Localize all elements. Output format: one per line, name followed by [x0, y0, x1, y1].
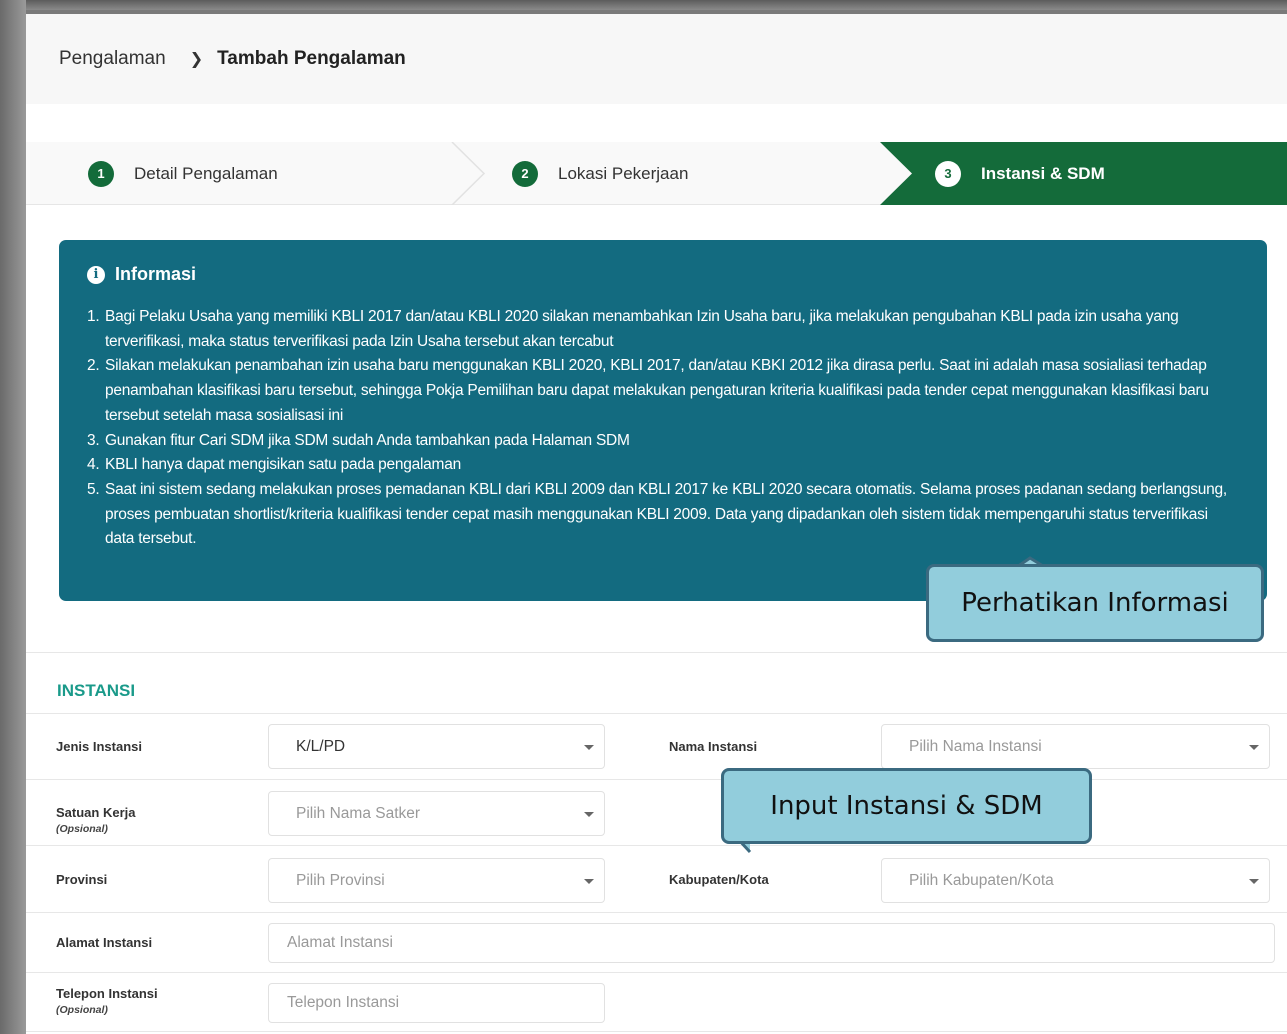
caret-down-icon: [1249, 879, 1259, 884]
page: Pengalaman ❯ Tambah Pengalaman 1 Detail …: [26, 14, 1287, 1034]
row-divider: [26, 972, 1287, 973]
screen-shadow-top: [0, 0, 1287, 10]
step-detail-pengalaman[interactable]: 1 Detail Pengalaman: [88, 142, 278, 205]
breadcrumb-parent-link[interactable]: Pengalaman: [59, 48, 166, 70]
label-optional: (Opsional): [56, 823, 108, 835]
satuan-kerja-select[interactable]: Pilih Nama Satker: [268, 791, 605, 836]
caret-down-icon: [584, 812, 594, 817]
stepper: 1 Detail Pengalaman 2 Lokasi Pekerjaan 3…: [26, 142, 1287, 205]
label-telepon-text: Telepon Instansi: [56, 986, 158, 1001]
info-icon: i: [87, 265, 105, 284]
step-label: Instansi & SDM: [981, 163, 1105, 183]
breadcrumb-chevron-icon: ❯: [189, 51, 204, 68]
row-divider: [26, 713, 1287, 714]
telepon-placeholder: Telepon Instansi: [287, 994, 400, 1011]
info-alert-title: i Informasi: [87, 264, 1239, 285]
caret-down-icon: [584, 879, 594, 884]
provinsi-placeholder: Pilih Provinsi: [296, 871, 385, 889]
label-satuan-kerja-text: Satuan Kerja: [56, 805, 136, 820]
row-divider: [26, 845, 1287, 846]
step-divider-chevron-icon: [451, 142, 486, 205]
step-instansi-sdm[interactable]: 3 Instansi & SDM: [935, 142, 1105, 205]
label-nama-instansi: Nama Instansi: [669, 739, 758, 754]
alamat-instansi-input[interactable]: Alamat Instansi: [268, 923, 1275, 963]
alamat-placeholder: Alamat Instansi: [287, 934, 393, 951]
step-number-badge: 3: [935, 160, 961, 187]
callout-input-instansi-sdm: Input Instansi & SDM: [721, 768, 1092, 844]
info-list-item: 1. Bagi Pelaku Usaha yang memiliki KBLI 2…: [87, 305, 1239, 354]
info-item-text: Saat ini sistem sedang melakukan proses …: [105, 480, 1227, 548]
info-item-text: Silakan melakukan penambahan izin usaha …: [105, 357, 1209, 424]
section-title-instansi: INSTANSI: [57, 681, 136, 700]
info-list: 1. Bagi Pelaku Usaha yang memiliki KBLI 2…: [87, 305, 1239, 552]
info-list-item: 4. KBLI hanya dapat mengisikan satu pada …: [87, 453, 1239, 478]
step-number-badge: 1: [88, 160, 114, 187]
label-alamat-instansi: Alamat Instansi: [56, 935, 153, 950]
row-divider: [26, 1031, 1287, 1032]
jenis-instansi-select[interactable]: K/L/PD: [268, 724, 605, 769]
breadcrumb: Pengalaman ❯ Tambah Pengalaman: [26, 14, 1287, 104]
nama-instansi-select[interactable]: Pilih Nama Instansi: [881, 724, 1270, 769]
label-jenis-instansi: Jenis Instansi: [56, 739, 142, 754]
label-kabupaten-kota: Kabupaten/Kota: [669, 872, 769, 887]
info-item-text: Bagi Pelaku Usaha yang memiliki KBLI 201…: [105, 308, 1179, 350]
step-number-badge: 2: [512, 160, 538, 187]
telepon-instansi-input[interactable]: Telepon Instansi: [268, 983, 605, 1023]
kabupaten-placeholder: Pilih Kabupaten/Kota: [909, 871, 1054, 889]
satuan-kerja-placeholder: Pilih Nama Satker: [296, 804, 421, 822]
caret-down-icon: [584, 745, 594, 750]
info-item-text: Gunakan fitur Cari SDM jika SDM sudah An…: [105, 431, 630, 449]
info-alert: i Informasi 1. Bagi Pelaku Usaha yang mem…: [59, 240, 1267, 601]
step-lokasi-pekerjaan[interactable]: 2 Lokasi Pekerjaan: [512, 142, 688, 205]
screen-shadow-left: [0, 0, 26, 1034]
info-list-item: 2. Silakan melakukan penambahan izin usah…: [87, 354, 1239, 428]
step-label: Lokasi Pekerjaan: [558, 163, 689, 183]
provinsi-select[interactable]: Pilih Provinsi: [268, 858, 605, 903]
breadcrumb-current: Tambah Pengalaman: [217, 48, 406, 69]
label-telepon-instansi: Telepon Instansi (Opsional): [56, 986, 158, 1016]
info-list-item: 5. Saat ini sistem sedang melakukan prose…: [87, 478, 1239, 552]
jenis-instansi-value: K/L/PD: [296, 737, 346, 755]
info-item-text: KBLI hanya dapat mengisikan satu pada pe…: [105, 456, 461, 474]
caret-down-icon: [1249, 745, 1259, 750]
step-label: Detail Pengalaman: [134, 163, 278, 183]
nama-instansi-placeholder: Pilih Nama Instansi: [909, 737, 1042, 755]
label-satuan-kerja: Satuan Kerja (Opsional): [56, 805, 135, 835]
info-list-item: 3. Gunakan fitur Cari SDM jika SDM sudah …: [87, 429, 1239, 454]
info-title-text: Informasi: [115, 264, 197, 284]
label-optional: (Opsional): [56, 1004, 108, 1016]
callout-perhatikan-informasi: Perhatikan Informasi: [926, 564, 1264, 642]
label-provinsi: Provinsi: [56, 872, 108, 887]
kabupaten-kota-select[interactable]: Pilih Kabupaten/Kota: [881, 858, 1270, 903]
row-divider: [26, 779, 1287, 780]
section-divider: [26, 652, 1287, 653]
row-divider: [26, 912, 1287, 913]
